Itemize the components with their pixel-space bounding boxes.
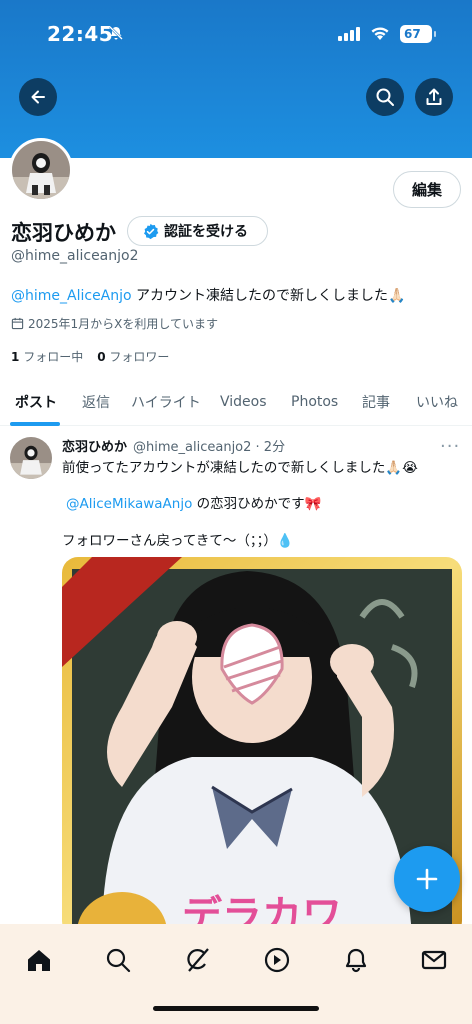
profile-name: 恋羽ひめか: [11, 221, 116, 245]
bio-text: アカウント凍結したので新しくしました🙏🏻: [131, 288, 406, 304]
home-indicator: [153, 1006, 319, 1011]
video-icon: [264, 947, 290, 973]
tab-photos[interactable]: Photos: [291, 378, 338, 426]
tab-highlights[interactable]: ハイライト: [131, 378, 201, 426]
nav-notifications[interactable]: [334, 938, 378, 982]
profile-bio: @hime_AliceAnjo アカウント凍結したので新しくしました🙏🏻: [11, 285, 405, 305]
share-button[interactable]: [415, 78, 453, 116]
following-link[interactable]: 1 フォロー中: [11, 348, 83, 365]
edit-profile-button[interactable]: 編集: [393, 171, 461, 208]
tab-articles[interactable]: 記事: [362, 378, 390, 426]
bio-mention-link[interactable]: @hime_AliceAnjo: [11, 288, 132, 304]
followers-label: フォロワー: [109, 350, 170, 364]
nav-home[interactable]: [17, 938, 61, 982]
status-time: 22:45: [47, 22, 114, 46]
tab-likes[interactable]: いいね: [416, 378, 458, 426]
search-button[interactable]: [366, 78, 404, 116]
notifications-icon: [345, 948, 367, 973]
post-text-line1: 前使ってたアカウントが凍結したので新しくしました🙏🏻😭: [62, 460, 418, 476]
nav-messages[interactable]: [412, 938, 456, 982]
profile-tabs: ポスト 返信 ハイライト Videos Photos 記事 いいね: [0, 378, 472, 426]
status-bar: 22:45 67: [0, 0, 472, 70]
follow-stats: 1 フォロー中 0 フォロワー: [11, 348, 169, 365]
battery-indicator: 67: [400, 25, 436, 43]
joined-text: 2025年1月からXを利用しています: [28, 317, 219, 331]
search-icon: [376, 88, 394, 106]
post-text-line2: @AliceMikawaAnjo の恋羽ひめかです🎀: [66, 492, 321, 512]
post-more-icon[interactable]: ···: [440, 436, 460, 457]
post-author-name[interactable]: 恋羽ひめか: [62, 436, 127, 455]
followers-count: 0: [97, 350, 106, 364]
nav-grok[interactable]: [175, 938, 219, 982]
silent-mode-icon: [108, 25, 124, 45]
profile-avatar[interactable]: [9, 138, 73, 202]
compose-plus-icon: [416, 868, 438, 890]
explore-icon: [106, 948, 131, 973]
nav-video[interactable]: [255, 938, 299, 982]
following-count: 1: [11, 350, 20, 364]
post-text-line2-rest: の恋羽ひめかです🎀: [192, 496, 322, 512]
compose-post-button[interactable]: [394, 846, 460, 912]
nav-explore[interactable]: [96, 938, 140, 982]
post-mention-link[interactable]: @AliceMikawaAnjo: [66, 496, 192, 512]
wifi-icon: [370, 25, 390, 45]
cellular-signal-icon: [338, 27, 360, 41]
post-meta: @hime_aliceanjo2 · 2分: [133, 440, 286, 455]
post-text-line3: フォロワーさん戻ってきて〜（；；）💧: [62, 533, 294, 549]
active-tab-indicator: [10, 422, 60, 426]
home-icon: [28, 950, 50, 971]
get-verified-button[interactable]: 認証を受ける: [127, 216, 268, 246]
tab-videos[interactable]: Videos: [220, 378, 267, 426]
back-button[interactable]: [19, 78, 57, 116]
profile-handle: @hime_aliceanjo2: [11, 248, 139, 264]
messages-icon: [421, 950, 447, 970]
following-label: フォロー中: [23, 350, 84, 364]
tab-posts[interactable]: ポスト: [15, 378, 57, 426]
grok-icon: [187, 948, 209, 972]
share-icon: [426, 88, 442, 105]
post-header: 恋羽ひめか @hime_aliceanjo2 · 2分: [62, 436, 285, 455]
get-verified-label: 認証を受ける: [164, 224, 248, 240]
back-arrow-icon: [31, 90, 45, 104]
followers-link[interactable]: 0 フォロワー: [97, 348, 169, 365]
calendar-icon: [11, 317, 24, 330]
post-author-avatar[interactable]: [10, 437, 52, 479]
joined-date: 2025年1月からXを利用しています: [11, 315, 218, 332]
verified-badge-icon: [144, 223, 159, 239]
tab-replies[interactable]: 返信: [82, 378, 110, 426]
